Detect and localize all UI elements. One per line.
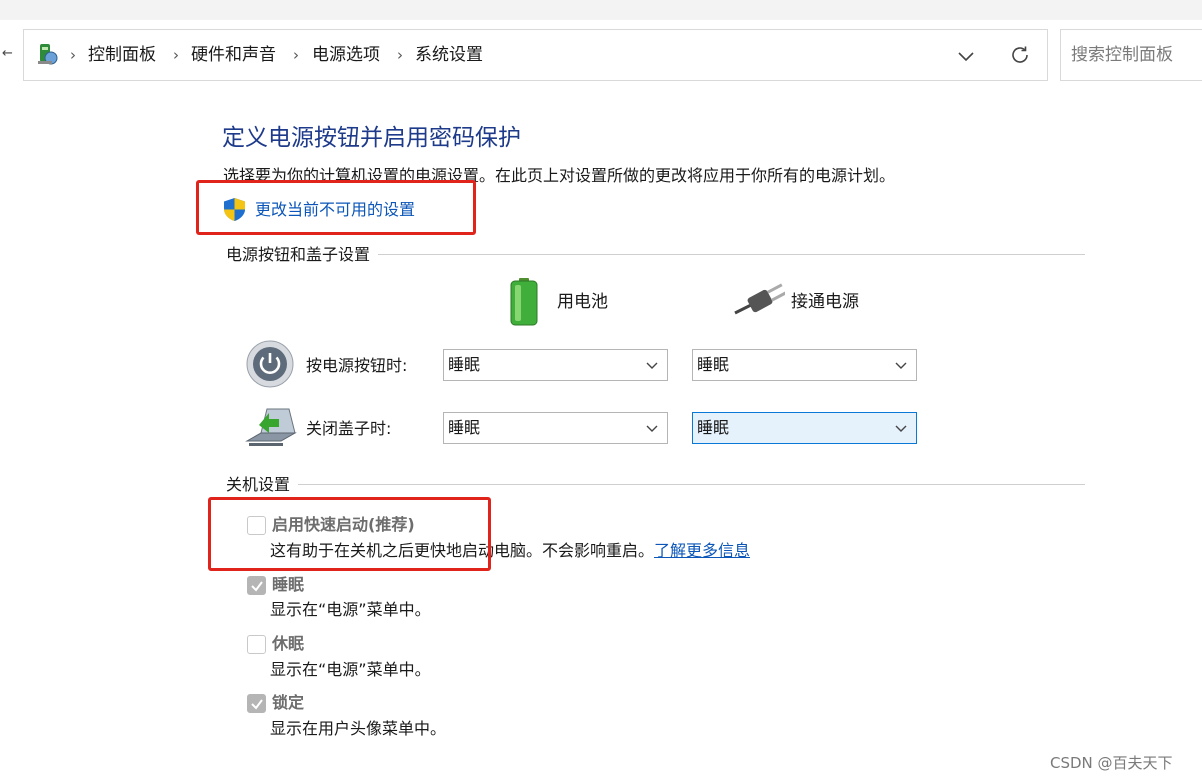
chevron-down-icon — [895, 362, 907, 369]
breadcrumb-separator[interactable]: › — [397, 43, 403, 67]
search-placeholder: 搜索控制面板 — [1071, 45, 1173, 65]
shutdown-section-heading: 关机设置 — [226, 473, 299, 497]
back-arrow-icon[interactable]: ← — [2, 47, 13, 61]
chevron-down-icon — [646, 362, 658, 369]
select-value: 睡眠 — [448, 355, 481, 374]
sleep-description: 显示在“电源”菜单中。 — [270, 600, 431, 619]
sleep-label: 睡眠 — [272, 575, 305, 594]
power-button-icon — [246, 340, 294, 388]
checkmark-icon — [251, 581, 263, 592]
highlight-box — [208, 497, 491, 571]
lock-description: 显示在用户头像菜单中。 — [270, 719, 447, 738]
sleep-checkbox[interactable] — [247, 576, 266, 595]
breadcrumb-system-settings[interactable]: 系统设置 — [415, 43, 483, 67]
learn-more-link[interactable]: 了解更多信息 — [654, 541, 750, 560]
battery-column-label: 用电池 — [557, 292, 608, 312]
plugged-column-label: 接通电源 — [791, 292, 859, 312]
chevron-down-icon — [895, 425, 907, 432]
highlight-box — [196, 180, 476, 235]
lid-close-battery-select[interactable]: 睡眠 — [443, 412, 668, 444]
hibernate-description: 显示在“电源”菜单中。 — [270, 660, 431, 679]
refresh-icon[interactable] — [1008, 43, 1032, 67]
watermark: CSDN @百夫天下 — [1050, 754, 1173, 772]
power-plug-icon — [734, 283, 785, 315]
power-section-heading: 电源按钮和盖子设置 — [226, 243, 379, 267]
select-value: 睡眠 — [697, 355, 730, 374]
breadcrumb-power-options[interactable]: 电源选项 — [312, 43, 380, 67]
lid-close-plugged-select[interactable]: 睡眠 — [692, 412, 917, 444]
power-button-row-label: 按电源按钮时: — [306, 356, 408, 375]
lid-close-row-label: 关闭盖子时: — [306, 419, 392, 438]
breadcrumb-control-panel[interactable]: 控制面板 — [88, 43, 156, 67]
lock-label: 锁定 — [272, 693, 305, 712]
battery-icon — [510, 278, 538, 326]
select-value: 睡眠 — [448, 418, 481, 437]
power-button-battery-select[interactable]: 睡眠 — [443, 349, 668, 381]
breadcrumb-separator[interactable]: › — [173, 43, 179, 67]
checkmark-icon — [251, 699, 263, 710]
breadcrumb-separator[interactable]: › — [293, 43, 299, 67]
page-title: 定义电源按钮并启用密码保护 — [222, 125, 521, 151]
breadcrumb-hardware-sound[interactable]: 硬件和声音 — [191, 43, 276, 67]
hibernate-label: 休眠 — [272, 634, 305, 653]
chevron-down-icon — [646, 425, 658, 432]
control-panel-icon — [38, 44, 58, 65]
power-button-plugged-select[interactable]: 睡眠 — [692, 349, 917, 381]
laptop-lid-icon — [245, 408, 297, 446]
window-top-strip — [0, 0, 1202, 20]
chevron-down-icon[interactable] — [955, 45, 977, 67]
lock-checkbox[interactable] — [247, 694, 266, 713]
search-input[interactable]: 搜索控制面板 — [1060, 29, 1202, 81]
breadcrumb-separator[interactable]: › — [70, 43, 76, 67]
hibernate-checkbox[interactable] — [247, 635, 266, 654]
section-divider — [226, 484, 1085, 485]
select-value: 睡眠 — [697, 418, 730, 437]
